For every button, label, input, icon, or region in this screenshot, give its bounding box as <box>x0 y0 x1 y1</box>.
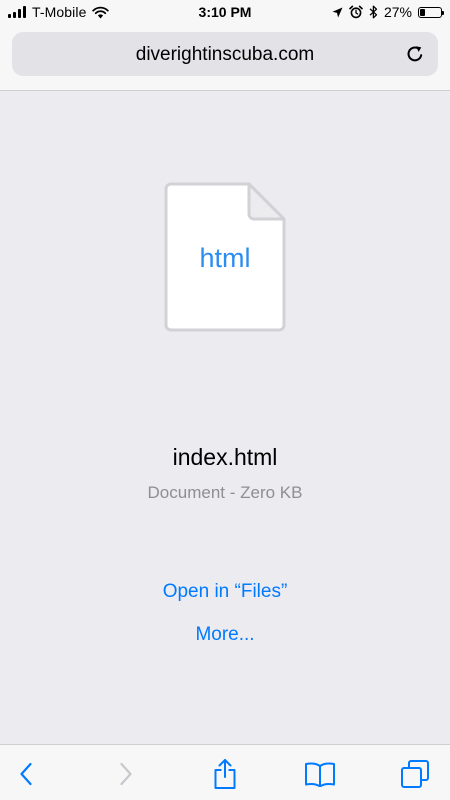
open-in-files-link[interactable]: Open in “Files” <box>0 581 450 603</box>
forward-button[interactable] <box>108 757 144 791</box>
forward-chevron-icon[interactable] <box>119 762 133 786</box>
reload-icon[interactable] <box>404 43 426 65</box>
back-button[interactable] <box>8 757 44 791</box>
address-bar: diverightinscuba.com <box>0 24 450 91</box>
document-file-icon: html <box>164 182 286 332</box>
download-preview: html index.html Document - Zero KB Open … <box>0 91 450 744</box>
file-name: index.html <box>172 444 278 470</box>
bluetooth-icon <box>369 5 378 19</box>
tabs-icon[interactable] <box>400 759 430 789</box>
battery-level <box>420 8 425 16</box>
more-link[interactable]: More... <box>0 624 450 646</box>
url-text[interactable]: diverightinscuba.com <box>12 44 438 66</box>
location-arrow-icon <box>332 7 343 17</box>
file-type-label: html <box>199 243 250 273</box>
file-info: Document - Zero KB <box>147 483 303 502</box>
alarm-icon <box>349 5 363 19</box>
share-icon[interactable] <box>213 758 237 790</box>
url-field[interactable]: diverightinscuba.com <box>12 32 438 76</box>
share-button[interactable] <box>207 757 243 791</box>
tabs-button[interactable] <box>397 757 433 791</box>
bookmarks-button[interactable] <box>302 757 338 791</box>
battery-percent: 27% <box>383 4 412 20</box>
status-bar-right: 27% <box>332 4 444 20</box>
bookmarks-icon[interactable] <box>304 761 336 787</box>
bottom-toolbar <box>0 744 450 800</box>
battery-icon <box>418 6 444 18</box>
back-chevron-icon[interactable] <box>19 762 33 786</box>
safari-screen: T-Mobile 3:10 PM 27% diverightinscuba.co… <box>0 0 450 800</box>
status-bar: T-Mobile 3:10 PM 27% <box>0 0 450 24</box>
